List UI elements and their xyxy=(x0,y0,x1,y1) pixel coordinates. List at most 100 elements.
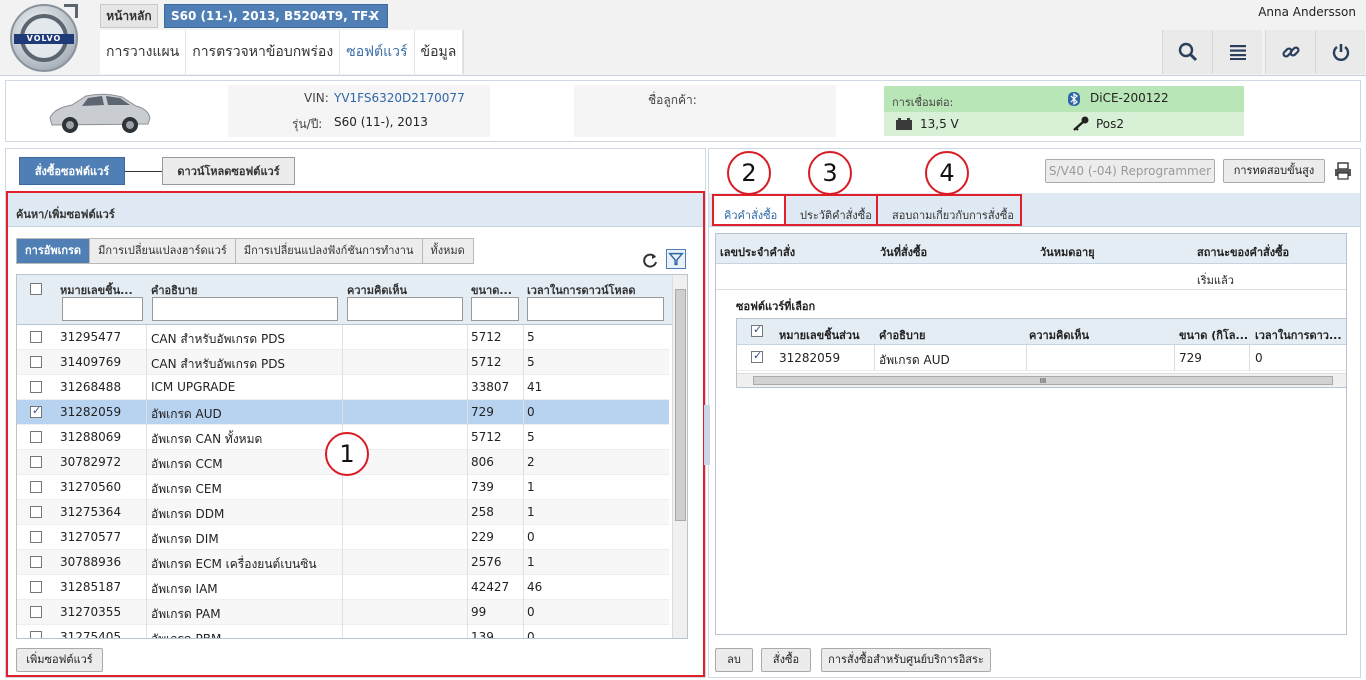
add-software-button[interactable]: เพิ่มซอฟต์แวร์ xyxy=(16,648,103,672)
row-checkbox[interactable] xyxy=(30,606,42,618)
vin-value[interactable]: YV1FS6320D2170077 xyxy=(334,91,465,105)
table-row[interactable]: 31270577 อัพเกรด DIM 229 0 xyxy=(17,525,669,550)
reprogrammer-button[interactable]: S/V40 (-04) Reprogrammer xyxy=(1045,159,1215,183)
filter-icon[interactable] xyxy=(666,249,686,269)
cell-time: 1 xyxy=(527,555,535,569)
sel-column-size[interactable]: ขนาด (กิโล... xyxy=(1179,326,1248,344)
row-checkbox[interactable] xyxy=(30,631,42,638)
table-row[interactable]: 31270355 อัพเกรด PAM 99 0 xyxy=(17,600,669,625)
cell-time: 5 xyxy=(527,430,535,444)
select-all-selected-checkbox[interactable] xyxy=(751,323,763,337)
filter-tab-function[interactable]: มีการเปลี่ยนแปลงฟังก์ชันการทำงาน xyxy=(235,238,423,264)
cell-desc: อัพเกรด AUD xyxy=(151,407,222,421)
filter-tab-all[interactable]: ทั้งหมด xyxy=(422,238,474,264)
cell-desc: อัพเกรด DDM xyxy=(151,507,225,521)
cell-time: 1 xyxy=(527,480,535,494)
tab-order-history[interactable]: ประวัติคำสั่งซื้อ xyxy=(784,194,878,226)
sel-column-description[interactable]: คำอธิบาย xyxy=(879,326,925,344)
cell-time: 41 xyxy=(527,380,543,394)
order-table-header: เลขประจำคำสั่ง วันที่สั่งซื้อ วันหมดอายุ… xyxy=(716,234,1346,264)
row-checkbox[interactable] xyxy=(30,331,42,343)
row-checkbox[interactable] xyxy=(30,481,42,493)
row-checkbox[interactable] xyxy=(30,556,42,568)
key-icon xyxy=(1073,116,1089,131)
row-checkbox[interactable] xyxy=(30,506,42,518)
close-icon[interactable]: X xyxy=(370,5,379,27)
independent-order-button[interactable]: การสั่งซื้อสำหรับศูนย์บริการอิสระ xyxy=(821,648,991,672)
list-icon[interactable] xyxy=(1212,30,1262,74)
filter-description-input[interactable] xyxy=(152,297,338,321)
table-row[interactable]: 31285187 อัพเกรด IAM 42427 46 xyxy=(17,575,669,600)
cell-desc: อัพเกรด ECM เครื่องยนต์เบนซิน xyxy=(151,557,317,571)
model-label: รุ่น/ปี: xyxy=(292,117,323,131)
sel-column-time[interactable]: เวลาในการดาว... xyxy=(1255,326,1342,344)
row-checkbox[interactable] xyxy=(30,356,42,368)
main-nav: การวางแผน การตรวจหาข้อบกพร่อง ซอฟต์แวร์ … xyxy=(100,30,465,74)
table-row[interactable]: 31275405 อัพเกรด PBM 139 0 xyxy=(17,625,669,638)
row-checkbox[interactable] xyxy=(30,381,42,393)
filter-time-input[interactable] xyxy=(527,297,664,321)
filter-tab-upgrade[interactable]: การอัพเกรด xyxy=(16,238,91,264)
row-checkbox[interactable] xyxy=(30,531,42,543)
filter-comment-input[interactable] xyxy=(347,297,463,321)
selected-row-checkbox[interactable] xyxy=(751,349,763,363)
nav-item-planning[interactable]: การวางแผน xyxy=(100,30,187,74)
table-row[interactable]: 31295477 CAN สำหรับอัพเกรด PDS 5712 5 xyxy=(17,325,669,350)
row-checkbox[interactable] xyxy=(30,431,42,443)
cell-time: 0 xyxy=(527,530,535,544)
select-all-checkbox[interactable] xyxy=(30,283,42,295)
tab-download-software[interactable]: ดาวน์โหลดซอฟต์แวร์ xyxy=(162,157,295,185)
sel-column-comment[interactable]: ความคิดเห็น xyxy=(1029,326,1089,344)
tab-vehicle[interactable]: S60 (11-), 2013, B5204T9, TF-80SC X xyxy=(164,4,388,45)
table-scrollbar[interactable] xyxy=(672,275,687,638)
table-row[interactable]: 31282059 อัพเกรด AUD 729 0 xyxy=(17,400,669,425)
delete-button[interactable]: ลบ xyxy=(715,648,753,672)
right-panel: S/V40 (-04) Reprogrammer การทดสอบขั้นสูง… xyxy=(708,148,1361,678)
nav-item-software[interactable]: ซอฟต์แวร์ xyxy=(340,30,415,74)
table-row[interactable]: 30788936 อัพเกรด ECM เครื่องยนต์เบนซิน 257… xyxy=(17,550,669,575)
user-name: Anna Andersson xyxy=(1258,5,1356,19)
filter-part-input[interactable] xyxy=(62,297,143,321)
order-button[interactable]: สั่งซื้อ xyxy=(761,648,811,672)
search-icon[interactable] xyxy=(1162,30,1212,74)
scroll-thumb-grip[interactable]: III xyxy=(753,376,1333,385)
row-checkbox[interactable] xyxy=(30,404,42,418)
tab-order-software[interactable]: สั่งซื้อซอฟต์แวร์ xyxy=(19,157,125,185)
filter-tab-hardware[interactable]: มีการเปลี่ยนแปลงฮาร์ดแวร์ xyxy=(90,238,236,264)
column-header-order-number[interactable]: เลขประจำคำสั่ง xyxy=(720,243,795,261)
horizontal-scrollbar[interactable]: III xyxy=(737,373,1346,387)
nav-item-information[interactable]: ข้อมูล xyxy=(415,30,464,74)
cell-part: 31282059 xyxy=(60,405,122,419)
splitter-handle[interactable] xyxy=(704,405,710,465)
selected-part: 31282059 xyxy=(779,351,841,365)
customer-label: ชื่อลูกค้า: xyxy=(648,93,697,107)
tab-order-queue[interactable]: คิวคำสั่งซื้อ xyxy=(712,194,786,226)
row-checkbox[interactable] xyxy=(30,456,42,468)
print-icon[interactable] xyxy=(1333,161,1353,181)
table-row[interactable]: 31409769 CAN สำหรับอัพเกรด PDS 5712 5 xyxy=(17,350,669,375)
advanced-test-button[interactable]: การทดสอบขั้นสูง xyxy=(1223,159,1325,183)
table-row[interactable]: 31268488 ICM UPGRADE 33807 41 xyxy=(17,375,669,400)
table-row[interactable]: 31270560 อัพเกรด CEM 739 1 xyxy=(17,475,669,500)
sel-column-part[interactable]: หมายเลขชิ้นส่วน xyxy=(779,326,860,344)
nav-item-diagnostics[interactable]: การตรวจหาข้อบกพร่อง xyxy=(186,30,341,74)
column-header-expiry[interactable]: วันหมดอายุ xyxy=(1040,243,1095,261)
order-row[interactable]: เริ่มแล้ว xyxy=(716,264,1346,290)
tab-order-queue-label: คิวคำสั่งซื้อ xyxy=(724,209,778,222)
search-panel-title: ค้นหา/เพิ่มซอฟต์แวร์ xyxy=(8,193,703,227)
table-row[interactable]: 31275364 อัพเกรด DDM 258 1 xyxy=(17,500,669,525)
selected-row[interactable]: 31282059 อัพเกรด AUD 729 0 xyxy=(737,345,1346,371)
filter-size-input[interactable] xyxy=(471,297,519,321)
bluetooth-icon xyxy=(1068,92,1080,106)
tab-home[interactable]: หน้าหลัก xyxy=(100,4,158,28)
cell-desc: ICM UPGRADE xyxy=(151,380,236,394)
cell-size: 42427 xyxy=(471,580,510,594)
tab-order-inquiry[interactable]: สอบถามเกี่ยวกับการสั่งซื้อ xyxy=(876,194,1022,226)
link-icon[interactable] xyxy=(1265,30,1315,74)
refresh-icon[interactable] xyxy=(642,252,658,268)
power-icon[interactable] xyxy=(1315,30,1365,74)
row-checkbox[interactable] xyxy=(30,581,42,593)
scrollbar-thumb[interactable] xyxy=(675,289,686,521)
column-header-order-status[interactable]: สถานะของคำสั่งซื้อ xyxy=(1197,243,1289,261)
column-header-order-date[interactable]: วันที่สั่งซื้อ xyxy=(880,243,927,261)
